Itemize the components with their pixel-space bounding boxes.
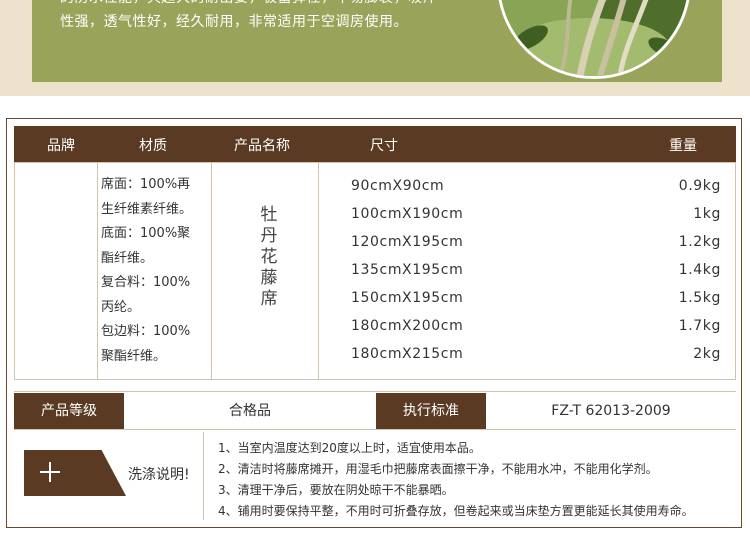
size-row: 100cmX190cm: [351, 206, 464, 222]
plus-icon: [38, 460, 62, 484]
grade-label: 产品等级: [14, 393, 124, 429]
header-size: 尺寸: [370, 138, 398, 154]
weight-row: 2kg: [693, 346, 721, 362]
washing-item: 2、清洁时将藤席摊开，用湿毛巾把藤席表面擦干净，不能用水冲，不能用化学剂。: [218, 462, 658, 476]
weight-row: 1.5kg: [678, 290, 721, 306]
size-row: 120cmX195cm: [351, 234, 464, 250]
size-row: 90cmX90cm: [351, 178, 445, 194]
weight-row: 1.4kg: [678, 262, 721, 278]
weight-list: 0.9kg 1kg 1.2kg 1.4kg 1.5kg 1.7kg 2kg: [679, 175, 721, 371]
material-line: 聚酯纤维。: [101, 348, 167, 364]
table-header: 品牌 材质 产品名称 尺寸 重量: [14, 126, 736, 162]
material-line: 包边料：100%: [101, 324, 191, 339]
size-row: 180cmX215cm: [351, 346, 464, 362]
size-list: 90cmX90cm 100cmX190cm 120cmX195cm 135cmX…: [351, 175, 463, 371]
size-row: 150cmX195cm: [351, 290, 464, 306]
divider: [14, 429, 736, 430]
weight-row: 1kg: [693, 206, 721, 222]
weight-row: 1.2kg: [678, 234, 721, 250]
material-line: 席面：100%再: [101, 177, 191, 192]
column-divider: [318, 163, 319, 379]
banner-description: 的防水性能，具超大的耐出要，极富弹性，不易膨裂，吸汗 性强，透气性好，经久耐用，…: [60, 0, 480, 34]
size-row: 180cmX200cm: [351, 318, 464, 334]
weight-row: 1.7kg: [678, 318, 721, 334]
standard-value: FZ-T 62013-2009: [551, 403, 671, 419]
header-weight: 重量: [669, 138, 697, 154]
header-brand: 品牌: [47, 138, 75, 154]
material-line: 复合料：100%: [101, 275, 191, 290]
grade-value: 合格品: [229, 403, 271, 419]
divider: [14, 391, 736, 392]
banner-line-2: 性强，透气性好，经久耐用，非常适用于空调房使用。: [60, 14, 408, 30]
washing-item: 4、铺用时要保持平整，不用时可折叠存放，但卷起来或当床垫方置更能延长其使用寿命。: [218, 504, 694, 518]
header-material: 材质: [139, 138, 167, 154]
material-line: 酯纤维。: [101, 250, 154, 266]
material-cell: 席面：100%再 生纤维素纤维。 底面：100%聚 酯纤维。 复合料：100% …: [101, 173, 213, 369]
material-line: 底面：100%聚: [101, 226, 191, 241]
banner-line-1: 的防水性能，具超大的耐出要，极富弹性，不易膨裂，吸汗: [60, 0, 480, 10]
washing-item: 1、当室内温度达到20度以上时，适宜使用本品。: [218, 441, 481, 455]
column-divider: [97, 163, 98, 379]
standard-label: 执行标准: [376, 393, 486, 429]
size-row: 135cmX195cm: [351, 262, 464, 278]
table-body: 席面：100%再 生纤维素纤维。 底面：100%聚 酯纤维。 复合料：100% …: [14, 162, 736, 380]
header-product-name: 产品名称: [234, 138, 290, 154]
washing-divider: [203, 432, 204, 520]
weight-row: 0.9kg: [678, 178, 721, 194]
washing-title: 洗涤说明!: [128, 467, 190, 483]
material-line: 丙纶。: [101, 299, 141, 315]
washing-item: 3、清理干净后，要放在阴处晾干不能暴晒。: [218, 483, 454, 497]
product-name: 牡丹花藤席: [260, 205, 278, 309]
washing-list: 1、当室内温度达到20度以上时，适宜使用本品。 2、清洁时将藤席摊开，用湿毛巾把…: [218, 438, 694, 522]
material-line: 生纤维素纤维。: [101, 201, 193, 217]
